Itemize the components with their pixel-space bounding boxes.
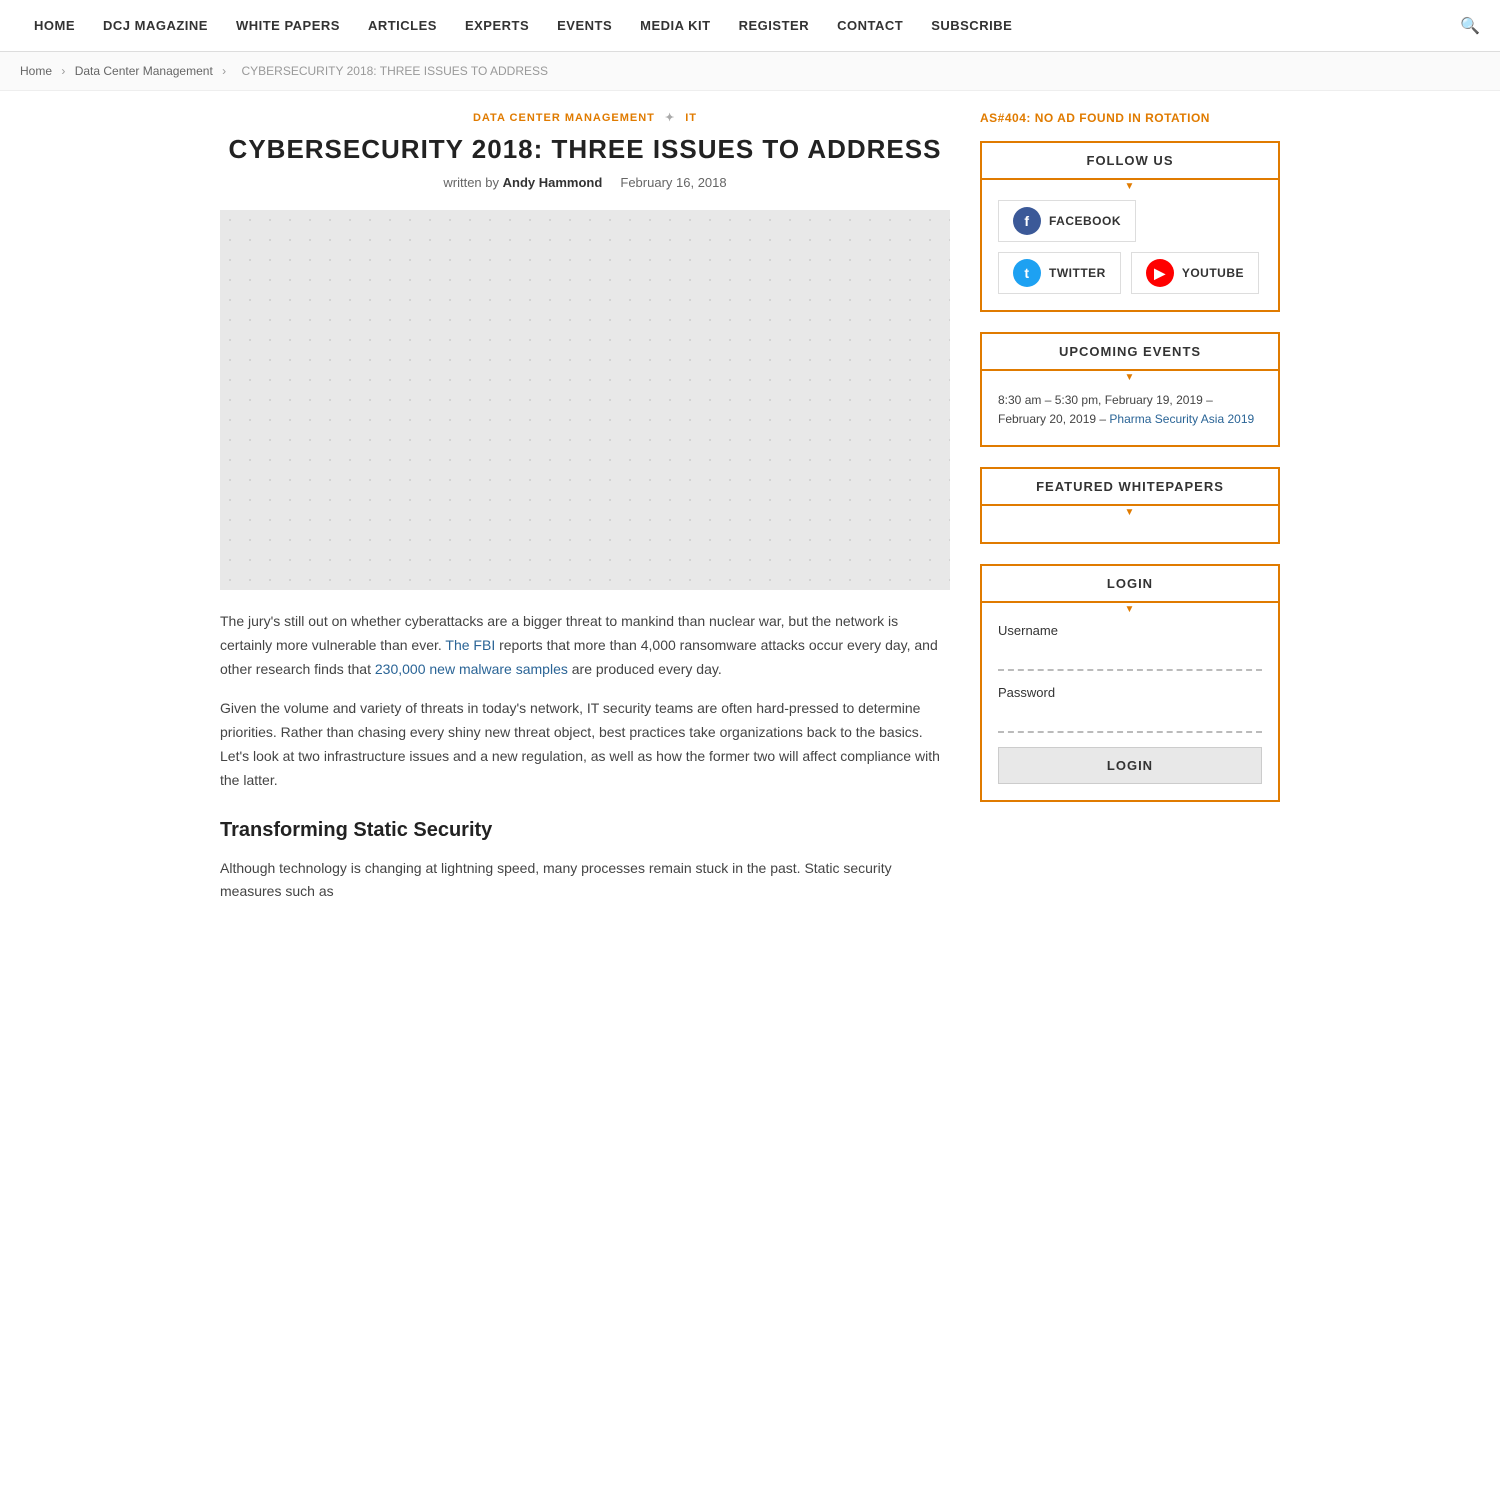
username-input[interactable] [998, 642, 1262, 671]
breadcrumb-sep2: › [222, 64, 229, 78]
nav-home[interactable]: HOME [20, 0, 89, 52]
article-author[interactable]: Andy Hammond [503, 175, 603, 190]
login-body: Username Password LOGIN [982, 603, 1278, 800]
youtube-icon: ▶ [1146, 259, 1174, 287]
article-para-1-end: are produced every day. [568, 661, 722, 677]
breadcrumb: Home › Data Center Management › CYBERSEC… [0, 52, 1500, 91]
nav-dcj-magazine[interactable]: DCJ MAGAZINE [89, 0, 222, 52]
main-container: DATA CENTER MANAGEMENT ✦ IT CYBERSECURIT… [200, 91, 1300, 940]
twitter-label: TWITTER [1049, 266, 1106, 280]
follow-us-header: FOLLOW US [982, 143, 1278, 180]
malware-link[interactable]: 230,000 new malware samples [375, 661, 568, 677]
youtube-button[interactable]: ▶ YOUTUBE [1131, 252, 1259, 294]
article-meta: written by Andy Hammond February 16, 201… [220, 175, 950, 190]
username-label: Username [998, 623, 1262, 638]
facebook-icon: f [1013, 207, 1041, 235]
twitter-icon: t [1013, 259, 1041, 287]
tag-separator: ✦ [665, 112, 675, 124]
breadcrumb-dcm[interactable]: Data Center Management [75, 64, 213, 78]
breadcrumb-current: CYBERSECURITY 2018: THREE ISSUES TO ADDR… [241, 64, 548, 78]
article-para-1: The jury's still out on whether cyberatt… [220, 610, 950, 681]
featured-whitepapers-widget: FEATURED WHITEPAPERS [980, 467, 1280, 544]
article-para-3: Although technology is changing at light… [220, 857, 950, 905]
article-image [220, 210, 950, 590]
facebook-label: FACEBOOK [1049, 214, 1121, 228]
nav-subscribe[interactable]: SUBSCRIBE [917, 0, 1026, 52]
youtube-label: YOUTUBE [1182, 266, 1244, 280]
sidebar: AS#404: NO AD FOUND IN ROTATION FOLLOW U… [980, 111, 1280, 920]
facebook-button[interactable]: f FACEBOOK [998, 200, 1136, 242]
nav-white-papers[interactable]: WHITE PAPERS [222, 0, 354, 52]
upcoming-events-widget: UPCOMING EVENTS 8:30 am – 5:30 pm, Febru… [980, 332, 1280, 447]
breadcrumb-sep1: › [61, 64, 68, 78]
featured-whitepapers-header: FEATURED WHITEPAPERS [982, 469, 1278, 506]
article-date: February 16, 2018 [620, 175, 726, 190]
article-tags: DATA CENTER MANAGEMENT ✦ IT [220, 111, 950, 124]
login-button[interactable]: LOGIN [998, 747, 1262, 784]
fbi-link[interactable]: The FBI [445, 637, 495, 653]
upcoming-events-header: UPCOMING EVENTS [982, 334, 1278, 371]
password-label: Password [998, 685, 1262, 700]
article-area: DATA CENTER MANAGEMENT ✦ IT CYBERSECURIT… [220, 111, 950, 920]
tag-it[interactable]: IT [685, 112, 697, 124]
nav-register[interactable]: REGISTER [725, 0, 823, 52]
tag-dcm[interactable]: DATA CENTER MANAGEMENT [473, 112, 655, 124]
event-link[interactable]: Pharma Security Asia 2019 [1109, 412, 1254, 426]
sidebar-ad: AS#404: NO AD FOUND IN ROTATION [980, 111, 1280, 125]
breadcrumb-home[interactable]: Home [20, 64, 52, 78]
article-section1-title: Transforming Static Security [220, 813, 950, 847]
nav-media-kit[interactable]: MEDIA KIT [626, 0, 724, 52]
follow-us-widget: FOLLOW US f FACEBOOK t TWITTER ▶ YOUTUBE [980, 141, 1280, 312]
social-buttons: f FACEBOOK t TWITTER ▶ YOUTUBE [982, 180, 1278, 310]
twitter-button[interactable]: t TWITTER [998, 252, 1121, 294]
written-by-label: written by [443, 175, 499, 190]
article-body: The jury's still out on whether cyberatt… [220, 610, 950, 904]
article-title: CYBERSECURITY 2018: THREE ISSUES TO ADDR… [220, 134, 950, 165]
nav-events[interactable]: EVENTS [543, 0, 626, 52]
nav-articles[interactable]: ARTICLES [354, 0, 451, 52]
article-para-2: Given the volume and variety of threats … [220, 697, 950, 792]
nav-experts[interactable]: EXPERTS [451, 0, 543, 52]
password-input[interactable] [998, 704, 1262, 733]
login-header: LOGIN [982, 566, 1278, 603]
login-widget: LOGIN Username Password LOGIN [980, 564, 1280, 802]
nav-contact[interactable]: CONTACT [823, 0, 917, 52]
main-nav: HOME DCJ MAGAZINE WHITE PAPERS ARTICLES … [0, 0, 1500, 52]
search-icon[interactable]: 🔍 [1460, 16, 1480, 36]
